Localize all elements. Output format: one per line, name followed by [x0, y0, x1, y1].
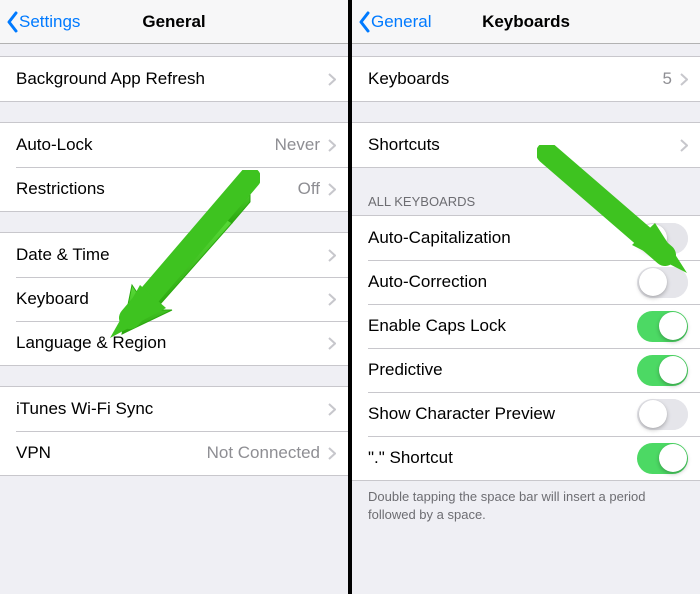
row-auto-correction: Auto-Correction	[352, 260, 700, 304]
cell-label: Language & Region	[16, 333, 328, 353]
row-restrictions[interactable]: Restrictions Off	[0, 167, 348, 211]
chevron-left-icon	[6, 11, 19, 33]
row-date-time[interactable]: Date & Time	[0, 233, 348, 277]
cell-label: Keyboards	[368, 69, 663, 89]
row-auto-capitalization: Auto-Capitalization	[352, 216, 700, 260]
chevron-right-icon	[328, 293, 336, 306]
cell-label: Shortcuts	[368, 135, 680, 155]
navbar-general: Settings General	[0, 0, 348, 44]
group-footer-shortcut: Double tapping the space bar will insert…	[352, 481, 700, 531]
cell-value: Off	[298, 179, 320, 199]
switch-knob	[659, 356, 687, 384]
row-vpn[interactable]: VPN Not Connected	[0, 431, 348, 475]
row-shortcuts[interactable]: Shortcuts	[352, 123, 700, 167]
row-itunes-wifi-sync[interactable]: iTunes Wi-Fi Sync	[0, 387, 348, 431]
cell-label: Predictive	[368, 360, 637, 380]
row-language-region[interactable]: Language & Region	[0, 321, 348, 365]
switch-knob	[659, 312, 687, 340]
chevron-right-icon	[680, 139, 688, 152]
navbar-keyboards: General Keyboards	[352, 0, 700, 44]
switch-knob	[639, 224, 667, 252]
keyboards-settings-pane: General Keyboards Keyboards 5 Shortcuts	[352, 0, 700, 594]
row-enable-caps-lock: Enable Caps Lock	[352, 304, 700, 348]
cell-label: Date & Time	[16, 245, 328, 265]
cell-label: Auto-Capitalization	[368, 228, 637, 248]
chevron-right-icon	[328, 183, 336, 196]
switch-knob	[639, 268, 667, 296]
nav-back-label: General	[371, 12, 431, 32]
cell-label: Auto-Lock	[16, 135, 275, 155]
switch-auto-correction[interactable]	[637, 267, 688, 298]
cell-label: Background App Refresh	[16, 69, 328, 89]
switch-show-character-preview[interactable]	[637, 399, 688, 430]
row-keyboard[interactable]: Keyboard	[0, 277, 348, 321]
cell-label: "." Shortcut	[368, 448, 637, 468]
chevron-right-icon	[328, 73, 336, 86]
row-show-character-preview: Show Character Preview	[352, 392, 700, 436]
chevron-left-icon	[358, 11, 371, 33]
cell-label: Auto-Correction	[368, 272, 637, 292]
nav-back-label: Settings	[19, 12, 80, 32]
cell-label: iTunes Wi-Fi Sync	[16, 399, 328, 419]
switch-knob	[639, 400, 667, 428]
switch-knob	[659, 444, 687, 472]
switch-enable-caps-lock[interactable]	[637, 311, 688, 342]
row-period-shortcut: "." Shortcut	[352, 436, 700, 480]
row-auto-lock[interactable]: Auto-Lock Never	[0, 123, 348, 167]
chevron-right-icon	[328, 139, 336, 152]
cell-label: Enable Caps Lock	[368, 316, 637, 336]
chevron-right-icon	[328, 403, 336, 416]
cell-value: Not Connected	[207, 443, 320, 463]
chevron-right-icon	[328, 337, 336, 350]
row-background-app-refresh[interactable]: Background App Refresh	[0, 57, 348, 101]
cell-value: Never	[275, 135, 320, 155]
switch-auto-capitalization[interactable]	[637, 223, 688, 254]
switch-predictive[interactable]	[637, 355, 688, 386]
row-keyboards-list[interactable]: Keyboards 5	[352, 57, 700, 101]
switch-period-shortcut[interactable]	[637, 443, 688, 474]
group-header-all-keyboards: ALL KEYBOARDS	[352, 188, 700, 215]
chevron-right-icon	[328, 447, 336, 460]
cell-label: Show Character Preview	[368, 404, 637, 424]
row-predictive: Predictive	[352, 348, 700, 392]
chevron-right-icon	[328, 249, 336, 262]
cell-label: VPN	[16, 443, 207, 463]
chevron-right-icon	[680, 73, 688, 86]
general-settings-pane: Settings General Background App Refresh …	[0, 0, 348, 594]
cell-label: Keyboard	[16, 289, 328, 309]
nav-back-general[interactable]: General	[352, 11, 431, 33]
nav-back-settings[interactable]: Settings	[0, 11, 80, 33]
cell-label: Restrictions	[16, 179, 298, 199]
cell-value: 5	[663, 69, 672, 89]
